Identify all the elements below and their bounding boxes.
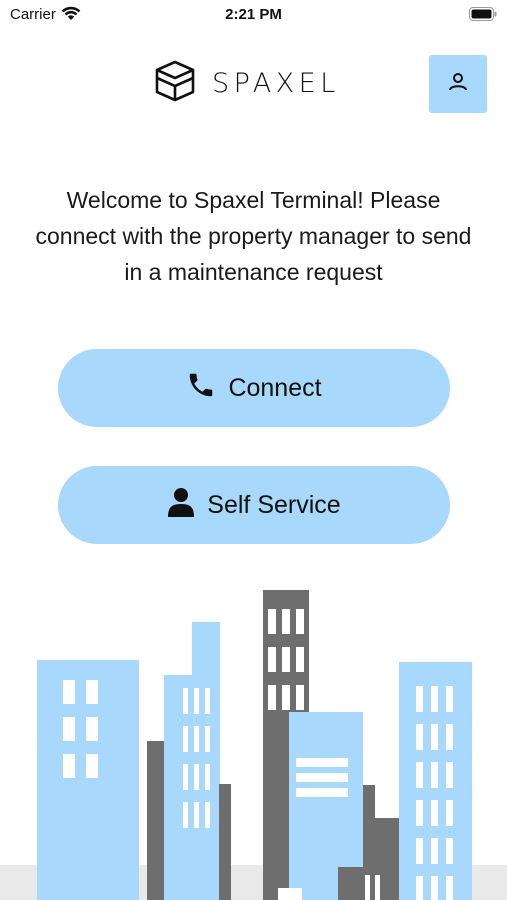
profile-icon xyxy=(447,71,469,98)
person-icon xyxy=(167,487,207,524)
phone-icon xyxy=(186,370,228,407)
connect-button[interactable]: Connect xyxy=(58,349,450,427)
spaxel-cube-icon xyxy=(152,59,198,108)
welcome-message: Welcome to Spaxel Terminal! Please conne… xyxy=(35,187,472,285)
app-logo: SPAXEL xyxy=(152,58,340,108)
connect-label: Connect xyxy=(228,373,322,402)
self-service-label: Self Service xyxy=(207,490,341,519)
status-bar: Carrier 2:21 PM xyxy=(0,0,507,30)
profile-button[interactable] xyxy=(429,55,487,113)
status-time: 2:21 PM xyxy=(225,6,282,23)
logo-text: SPAXEL xyxy=(212,67,340,99)
self-service-button[interactable]: Self Service xyxy=(58,466,450,544)
city-skyline-illustration xyxy=(0,590,507,900)
battery-icon xyxy=(469,7,497,26)
